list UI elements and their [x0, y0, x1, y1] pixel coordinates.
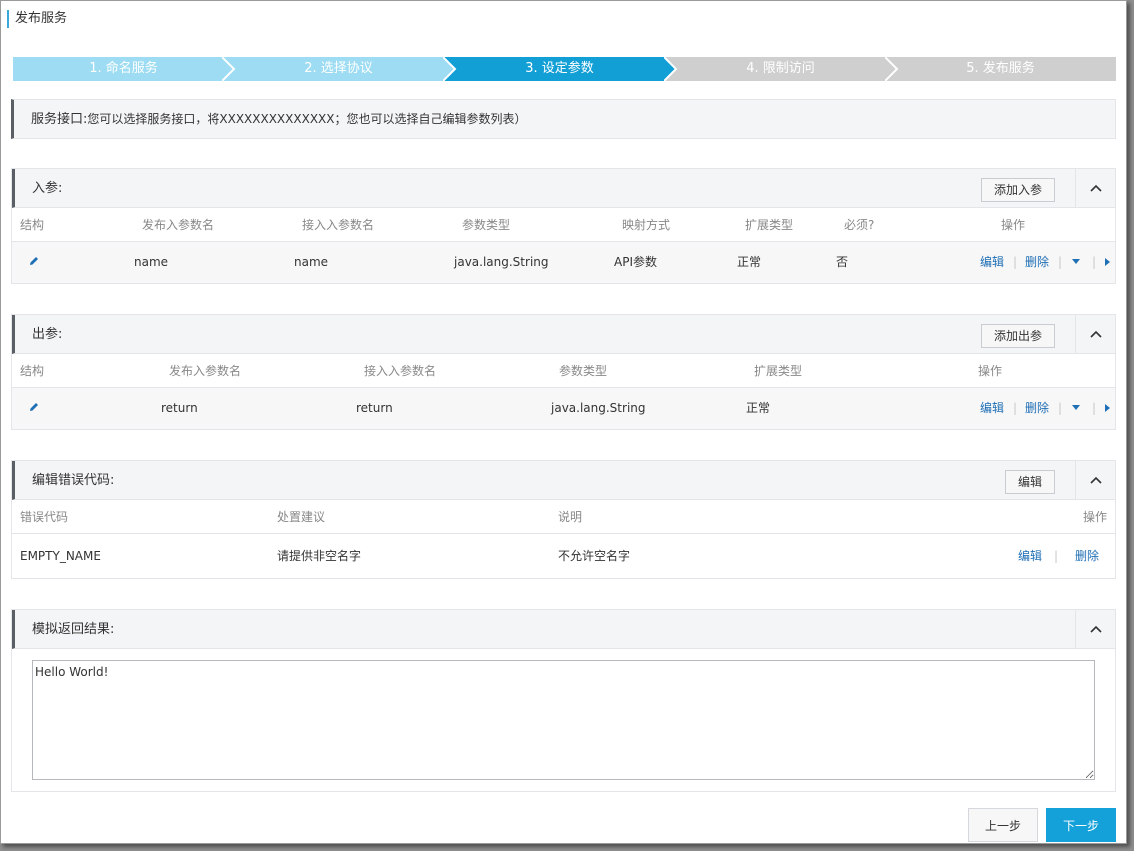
previous-step-button[interactable]: 上一步: [968, 808, 1038, 842]
info-label: 服务接口:: [31, 112, 88, 127]
input-params-panel: 入参: 添加入参 结构 发布入参数名 接入入参数名 参数类型 映射方式 扩展类型…: [11, 168, 1116, 284]
next-step-button[interactable]: 下一步: [1046, 808, 1116, 842]
table-row: EMPTY_NAME 请提供非空名字 不允许空名字 编辑 | 删除: [12, 534, 1115, 578]
ext-type-cell: 正常: [746, 401, 771, 415]
divider: |: [1013, 255, 1018, 269]
input-params-title: 入参:: [32, 181, 63, 196]
step-4[interactable]: 4. 限制访问: [664, 57, 897, 81]
edit-error-codes-button[interactable]: 编辑: [1004, 470, 1055, 494]
publish-name-cell: return: [161, 401, 198, 415]
step-2-label: 2. 选择协议: [304, 61, 373, 76]
col-structure: 结构: [20, 218, 45, 232]
table-row: name name java.lang.String API参数 正常 否 编辑…: [12, 242, 1115, 283]
divider: |: [1058, 255, 1063, 269]
step-5-label: 5. 发布服务: [966, 61, 1035, 76]
output-params-title: 出参:: [32, 327, 63, 342]
error-codes-panel: 编辑错误代码: 编辑 错误代码 处置建议 说明 操作 EMPTY_NAME 请提…: [11, 460, 1116, 579]
col-actions: 操作: [1083, 510, 1108, 524]
collapse-output-params-button[interactable]: [1075, 315, 1115, 353]
mapping-cell: API参数: [614, 255, 657, 269]
description-cell: 不允许空名字: [558, 549, 631, 563]
col-actions: 操作: [1001, 218, 1026, 232]
access-name-cell: name: [294, 255, 329, 269]
col-access-name: 接入入参数名: [364, 364, 437, 378]
mock-result-panel: 模拟返回结果: Hello World!: [11, 609, 1116, 792]
col-structure: 结构: [20, 364, 45, 378]
pencil-icon[interactable]: [28, 401, 40, 413]
col-description: 说明: [558, 510, 583, 524]
col-publish-name: 发布入参数名: [169, 364, 242, 378]
mock-result-textarea[interactable]: Hello World!: [32, 660, 1095, 780]
mock-result-header: 模拟返回结果:: [12, 610, 1115, 649]
step-1-label: 1. 命名服务: [89, 61, 158, 76]
chevron-up-icon: [1089, 330, 1102, 338]
col-param-type: 参数类型: [462, 218, 511, 232]
service-interface-info: 服务接口:您可以选择服务接口，将XXXXXXXXXXXXXX；您也可以选择自己编…: [11, 99, 1116, 139]
add-output-param-button[interactable]: 添加出参: [980, 324, 1055, 348]
ext-type-cell: 正常: [737, 255, 762, 269]
divider: |: [1054, 549, 1059, 563]
divider: |: [1092, 401, 1097, 415]
col-actions: 操作: [978, 364, 1003, 378]
divider: |: [1092, 255, 1097, 269]
col-ext-type: 扩展类型: [745, 218, 794, 232]
input-params-columns: 结构 发布入参数名 接入入参数名 参数类型 映射方式 扩展类型 必须? 操作: [12, 208, 1115, 242]
col-access-name: 接入入参数名: [302, 218, 375, 232]
chevron-up-icon: [1089, 625, 1102, 633]
delete-link[interactable]: 删除: [1025, 242, 1049, 283]
col-error-code: 错误代码: [20, 510, 69, 524]
col-param-type: 参数类型: [559, 364, 608, 378]
output-params-panel: 出参: 添加出参 结构 发布入参数名 接入入参数名 参数类型 扩展类型 操作 r…: [11, 314, 1116, 430]
step-1[interactable]: 1. 命名服务: [13, 57, 234, 81]
collapse-error-codes-button[interactable]: [1075, 461, 1115, 499]
caret-right-icon[interactable]: [1105, 404, 1111, 412]
table-row: return return java.lang.String 正常 编辑 | 删…: [12, 388, 1115, 429]
error-code-cell: EMPTY_NAME: [20, 549, 101, 563]
output-params-columns: 结构 发布入参数名 接入入参数名 参数类型 扩展类型 操作: [12, 354, 1115, 388]
chevron-up-icon: [1089, 184, 1102, 192]
step-2[interactable]: 2. 选择协议: [222, 57, 455, 81]
divider: |: [1058, 401, 1063, 415]
mock-result-body: Hello World!: [12, 649, 1115, 791]
step-3-label: 3. 设定参数: [525, 61, 594, 76]
collapse-mock-result-button[interactable]: [1075, 610, 1115, 648]
edit-link[interactable]: 编辑: [1018, 534, 1042, 578]
page-title: 发布服务: [7, 10, 67, 28]
param-type-cell: java.lang.String: [551, 401, 646, 415]
chevron-up-icon: [1089, 476, 1102, 484]
advice-cell: 请提供非空名字: [277, 549, 362, 563]
step-4-label: 4. 限制访问: [746, 61, 815, 76]
divider: |: [1013, 401, 1018, 415]
access-name-cell: return: [356, 401, 393, 415]
caret-down-icon[interactable]: [1072, 405, 1080, 411]
col-advice: 处置建议: [277, 510, 326, 524]
publish-service-window: 发布服务 1. 命名服务 2. 选择协议 3. 设定参数 4. 限制访问 5. …: [0, 0, 1127, 844]
delete-link[interactable]: 删除: [1075, 534, 1099, 578]
param-type-cell: java.lang.String: [454, 255, 549, 269]
error-codes-columns: 错误代码 处置建议 说明 操作: [12, 500, 1115, 534]
error-codes-title: 编辑错误代码:: [32, 473, 115, 488]
step-5[interactable]: 5. 发布服务: [885, 57, 1116, 81]
required-cell: 否: [836, 255, 849, 269]
col-required: 必须?: [844, 218, 875, 232]
error-codes-header: 编辑错误代码: 编辑: [12, 461, 1115, 500]
col-publish-name: 发布入参数名: [142, 218, 215, 232]
input-params-header: 入参: 添加入参: [12, 169, 1115, 208]
col-ext-type: 扩展类型: [754, 364, 803, 378]
mock-result-title: 模拟返回结果:: [32, 622, 115, 637]
collapse-input-params-button[interactable]: [1075, 169, 1115, 207]
pencil-icon[interactable]: [28, 255, 40, 267]
caret-down-icon[interactable]: [1072, 259, 1080, 265]
edit-link[interactable]: 编辑: [980, 242, 1004, 283]
info-text: 您可以选择服务接口，将XXXXXXXXXXXXXX；您也可以选择自己编辑参数列表…: [87, 112, 527, 126]
add-input-param-button[interactable]: 添加入参: [980, 178, 1055, 202]
output-params-header: 出参: 添加出参: [12, 315, 1115, 354]
edit-link[interactable]: 编辑: [980, 388, 1004, 429]
col-mapping: 映射方式: [622, 218, 671, 232]
step-3[interactable]: 3. 设定参数: [443, 57, 676, 81]
step-progress: 1. 命名服务 2. 选择协议 3. 设定参数 4. 限制访问 5. 发布服务: [13, 57, 1116, 81]
delete-link[interactable]: 删除: [1025, 388, 1049, 429]
caret-right-icon[interactable]: [1105, 258, 1111, 266]
publish-name-cell: name: [134, 255, 169, 269]
